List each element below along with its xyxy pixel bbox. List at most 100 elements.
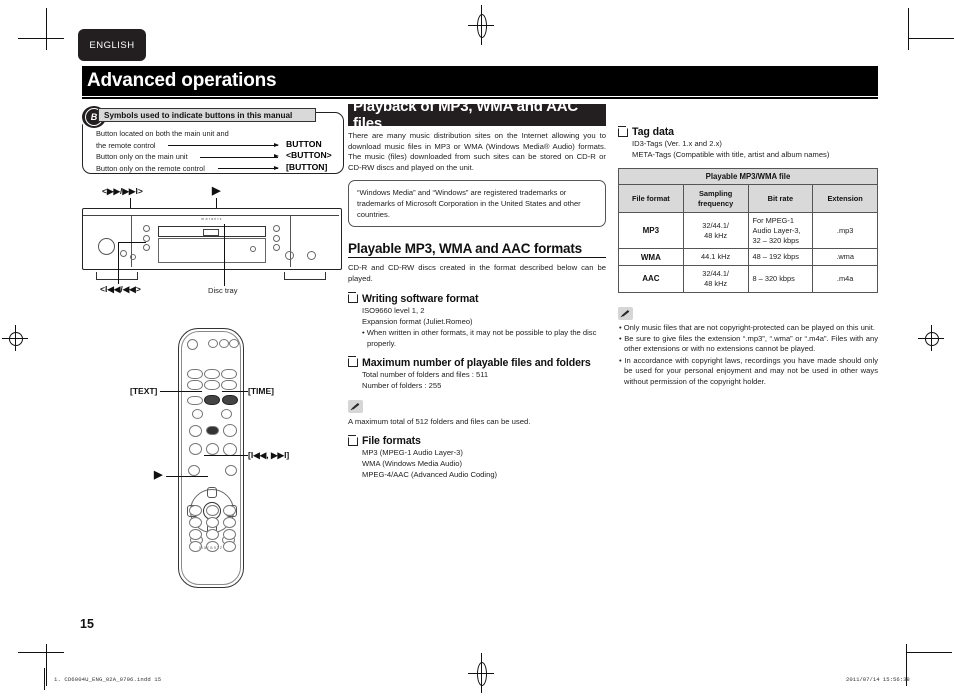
tag-data-line-1: ID3-Tags (Ver. 1.x and 2.x) (632, 139, 722, 148)
remote-mode-button (206, 426, 219, 435)
callout-disc-tray: Disc tray (208, 286, 238, 295)
cell-bitrate: 48 – 192 kbps (747, 248, 814, 267)
section-title-playback: Playback of MP3, WMA and AAC files (348, 98, 606, 132)
callout-skip-buttons: [I◀◀, ▶▶I] (248, 450, 290, 460)
registration-mark-right (918, 325, 944, 351)
remote-input-button-3 (229, 339, 239, 348)
remote-input-button-1 (208, 339, 218, 348)
symbols-row-value: <BUTTON> (286, 150, 332, 160)
pencil-note-icon (348, 399, 363, 413)
footer-timestamp: 2011/07/14 15:56:38 (846, 676, 910, 683)
playable-file-spec-table: Playable MP3/WMA file File format Sampli… (618, 168, 878, 293)
callout-text-button: [TEXT] (130, 386, 158, 396)
heading-label: Tag data (632, 126, 674, 138)
cd-player-right-panel (290, 216, 339, 267)
remote-up-button (221, 409, 232, 419)
symbols-row-label: Button only on the remote control (96, 163, 205, 173)
remote-time-button (222, 395, 238, 405)
cell-sampling: 44.1 kHz (682, 248, 749, 267)
symbols-row: Button only on the remote control [BUTTO… (96, 161, 336, 175)
remote-key-1 (189, 505, 202, 516)
language-tab: ENGLISH (78, 29, 146, 61)
table-header-extension: Extension (812, 184, 878, 213)
symbols-row-value: BUTTON (286, 138, 322, 149)
square-bullet-icon (617, 125, 628, 137)
max-files-line-2: Number of folders : 255 (362, 380, 442, 390)
cd-player-headphone-jack (130, 254, 136, 260)
max-files-line-1: Total number of folders and files : 511 (362, 369, 489, 379)
table-row: WMA 44.1 kHz 48 – 192 kbps .wma (618, 248, 878, 267)
cd-player-brand-logo: marantz (201, 216, 223, 221)
cell-extension: .m4a (812, 265, 878, 293)
pencil-note-icon (618, 306, 633, 320)
remote-source-button-6 (221, 380, 237, 390)
cell-format: AAC (618, 265, 684, 293)
table-row: AAC 32/44.1/ 48 kHz 8 – 320 kbps .m4a (618, 265, 878, 293)
callout-fast-forward: <▶▶/▶▶I> (102, 186, 143, 196)
callout-line-rew-v (118, 242, 119, 284)
callout-line-time (222, 391, 248, 392)
heading-label: Writing software format (362, 292, 479, 305)
writing-format-line-2: Expansion format (Juliet.Romeo) (362, 316, 473, 326)
cd-player-button-c (143, 244, 150, 251)
remote-display-button (225, 465, 237, 476)
callout-line-tray (224, 224, 225, 286)
table-header-row: File format Sampling frequency Bit rate … (618, 184, 878, 213)
trademark-note-box: “Windows Media” and “Windows” are regist… (348, 180, 606, 228)
remote-mute-button (206, 443, 219, 455)
table-header-bit-rate: Bit rate (747, 184, 814, 213)
writing-format-bullet: • When written in other formats, it may … (362, 327, 597, 348)
product-illustrations: <▶▶/▶▶I> ▶ marantz <I◀◀/◀◀> Disc tray ma… (82, 180, 344, 590)
remote-source-button-2 (204, 369, 220, 379)
remote-source-button-3 (221, 369, 237, 379)
remote-text-button (204, 395, 220, 405)
table-row: MP3 32/44.1/ 48 kHz For MPEG-1 Audio Lay… (618, 211, 878, 250)
page-title: Advanced operations (82, 66, 878, 96)
remote-key-5 (206, 517, 219, 528)
cd-player-foot-right (284, 272, 326, 280)
cell-format: MP3 (618, 211, 684, 250)
formats-intro-text: CD-R and CD-RW discs created in the form… (348, 263, 606, 283)
remote-down-button (192, 409, 203, 419)
heading-playable-formats: Playable MP3, WMA and AAC formats (348, 241, 606, 259)
remote-setup-button (188, 465, 200, 476)
note-item: • In accordance with copyright laws, rec… (619, 355, 878, 386)
remote-power-button (187, 339, 198, 350)
symbols-row-label: Button located on both the main unit and (96, 129, 229, 138)
copyright-note-list: • Only music files that are not copyrigh… (618, 323, 878, 388)
callout-play-remote: ▶ (154, 469, 163, 481)
remote-channel-down-button (189, 443, 202, 455)
remote-key-2 (206, 505, 219, 516)
cd-player-disc-tray (158, 226, 266, 237)
remote-source-button-1 (187, 369, 203, 379)
remote-key-3 (223, 505, 236, 516)
symbols-legend-rows: Button located on both the main unit and… (96, 128, 336, 174)
cd-player-button-d (273, 225, 280, 232)
heading-tag-data: Tag data (617, 125, 878, 138)
heading-label: Maximum number of playable files and fol… (362, 356, 591, 369)
callout-line-skip (204, 455, 248, 456)
table-caption-row: Playable MP3/WMA file (618, 168, 878, 185)
max-files-note: A maximum total of 512 folders and files… (348, 416, 531, 426)
pencil-glyph (620, 309, 630, 317)
symbols-row-label: the remote control (96, 140, 156, 150)
playback-intro-text: There are many music distribution sites … (348, 131, 606, 172)
cd-player-volume-knob (98, 238, 115, 255)
callout-play-unit: ▶ (212, 185, 221, 197)
file-format-line-2: WMA (Windows Media Audio) (362, 459, 463, 469)
cd-player-button-f (273, 244, 280, 251)
tag-data-line-2: META-Tags (Compatible with title, artist… (632, 150, 830, 159)
symbols-row-value: [BUTTON] (286, 161, 328, 172)
crop-mark-top-right (892, 8, 954, 50)
cd-player-button-b (143, 235, 150, 242)
cell-sampling: 32/44.1/ 48 kHz (682, 211, 749, 250)
callout-line-rew-h (118, 242, 146, 243)
disc-tray-nub (203, 228, 219, 236)
callout-line-text (160, 391, 202, 392)
file-format-line-1: MP3 (MPEG-1 Audio Layer-3) (362, 448, 463, 458)
footer-divider (44, 668, 45, 690)
callout-time-button: [TIME] (248, 386, 274, 396)
heading-writing-software-format: Writing software format (347, 292, 606, 305)
cd-player-open-close-button (307, 251, 316, 260)
cd-player-illustration: marantz (82, 208, 342, 280)
